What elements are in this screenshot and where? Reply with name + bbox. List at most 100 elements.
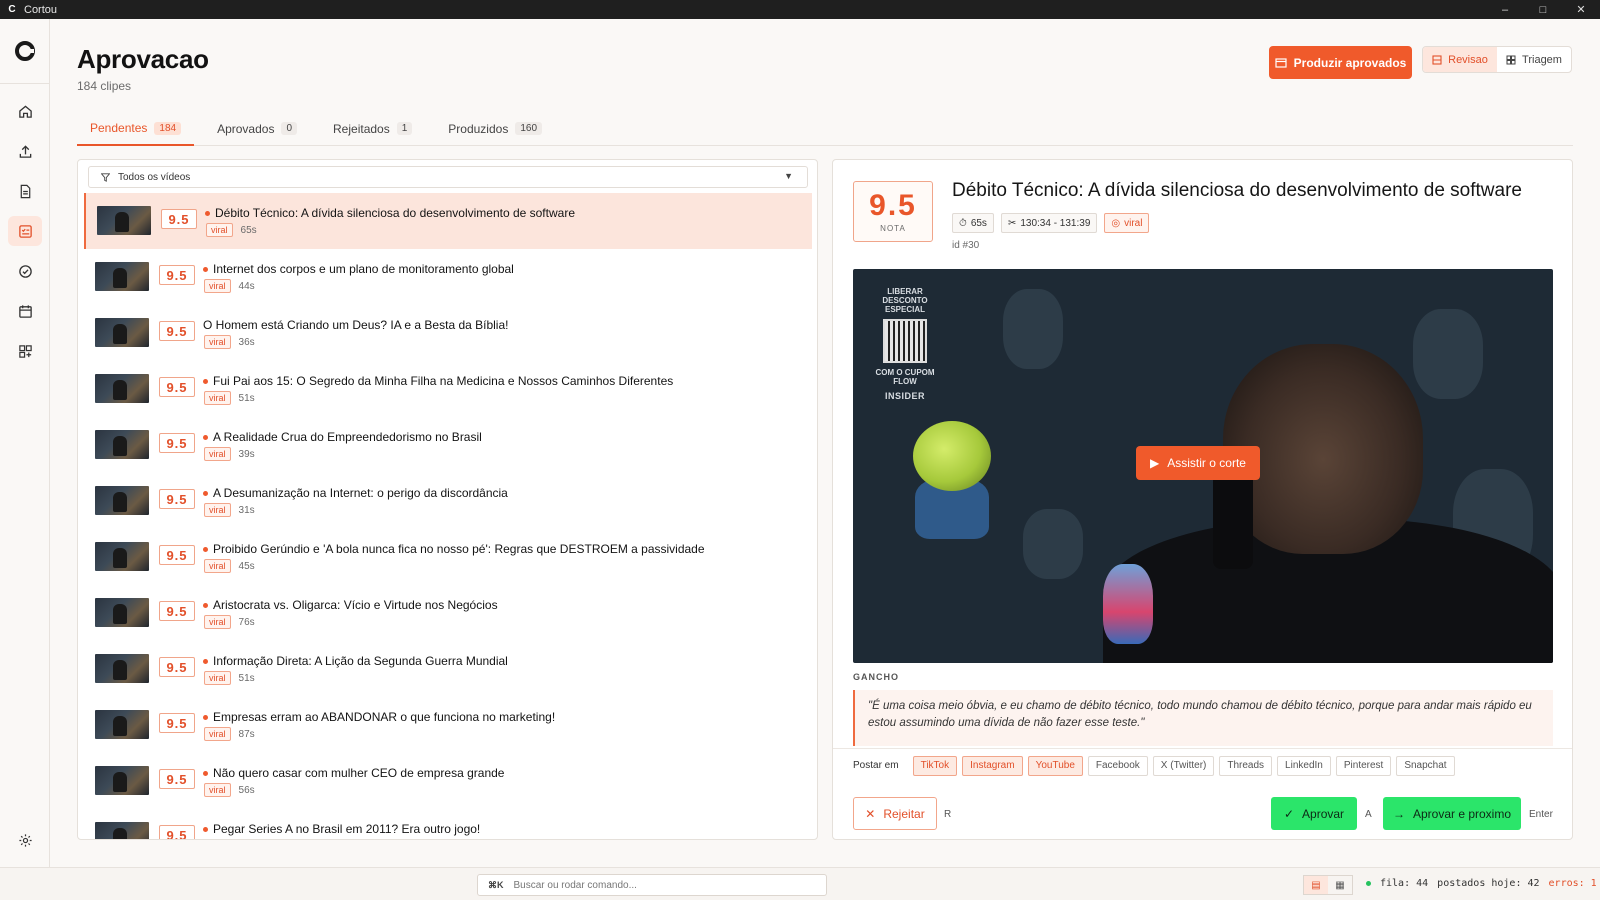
clip-duration: 51s <box>238 392 255 404</box>
platform-toggle[interactable]: LinkedIn <box>1277 755 1331 776</box>
clip-title: Débito Técnico: A dívida silenciosa do d… <box>205 206 575 220</box>
clip-row[interactable]: 9.5 Aristocrata vs. Oligarca: Vício e Vir… <box>84 585 812 641</box>
clip-duration: 56s <box>238 784 255 796</box>
page-title: Aprovacao <box>77 44 209 74</box>
app-logo-icon[interactable] <box>14 40 36 62</box>
view-switcher: ▤ ▦ <box>1303 875 1353 895</box>
sidebar-item-home[interactable] <box>8 96 42 126</box>
sidebar-item-upload[interactable] <box>8 136 42 166</box>
clip-title-text: Não quero casar com mulher CEO de empres… <box>213 766 505 780</box>
clip-thumbnail <box>97 206 151 235</box>
gear-icon <box>18 833 32 847</box>
approve-next-button[interactable]: → Aprovar e proximo <box>1383 797 1521 830</box>
qr-code-icon <box>883 319 927 363</box>
maximize-icon[interactable]: □ <box>1524 0 1562 19</box>
reject-label: Rejeitar <box>883 806 925 821</box>
sidebar-item-approval[interactable] <box>8 216 42 246</box>
watch-clip-button[interactable]: ▶ Assistir o corte <box>1136 446 1260 480</box>
sidebar-divider <box>0 83 49 84</box>
clip-duration: 51s <box>238 672 255 684</box>
check-icon: ✓ <box>1283 806 1295 821</box>
video-filter-value: Todos os vídeos <box>118 171 191 183</box>
unread-dot-icon <box>203 546 208 552</box>
clip-thumbnail <box>95 374 149 403</box>
clip-tag: viral <box>204 671 231 685</box>
clip-meta: viral 56s <box>204 783 255 797</box>
tab-aprovados[interactable]: Aprovados 0 <box>204 112 310 145</box>
reject-button[interactable]: ✕ Rejeitar <box>853 797 937 830</box>
clip-title-text: Fui Pai aos 15: O Segredo da Minha Filha… <box>213 374 674 388</box>
backdrop-shape <box>1003 289 1063 369</box>
upload-icon <box>19 144 31 158</box>
reject-shortcut: R <box>944 809 952 820</box>
tab-pendentes[interactable]: Pendentes 184 <box>77 112 195 146</box>
film-icon <box>1275 57 1287 68</box>
produce-approved-button[interactable]: Produzir aprovados <box>1269 46 1412 79</box>
close-icon: ✕ <box>865 806 876 821</box>
clip-thumbnail <box>95 318 149 347</box>
grid-view-icon[interactable]: ▦ <box>1328 876 1352 894</box>
clip-score: 9.5 <box>159 377 195 397</box>
clip-title-text: A Realidade Crua do Empreendedorismo no … <box>213 430 482 444</box>
command-search-input[interactable]: ⌘K Buscar ou rodar comando... <box>477 874 827 896</box>
approve-button[interactable]: ✓ Aprovar <box>1271 797 1357 830</box>
clip-detail-panel: 9.5 NOTA Débito Técnico: A dívida silenc… <box>832 159 1573 840</box>
clip-score: 9.5 <box>159 321 195 341</box>
clip-tag: viral <box>204 727 231 741</box>
mode-triagem-label: Triagem <box>1522 53 1562 66</box>
clip-tag: viral <box>204 559 231 573</box>
clip-title-text: Informação Direta: A Lição da Segunda Gu… <box>213 654 508 668</box>
list-view-icon[interactable]: ▤ <box>1304 876 1328 894</box>
clip-title: Empresas erram ao ABANDONAR o que funcio… <box>203 710 555 724</box>
unread-dot-icon <box>203 378 208 384</box>
clip-row[interactable]: 9.5 Proibido Gerúndio e 'A bola nunca fic… <box>84 529 812 585</box>
platform-toggle[interactable]: YouTube <box>1027 755 1083 776</box>
sidebar-item-documents[interactable] <box>8 176 42 206</box>
video-alien-toy <box>913 421 991 491</box>
platform-toggle[interactable]: Snapchat <box>1396 755 1455 776</box>
sidebar-item-approved[interactable] <box>8 256 42 286</box>
clip-score: 9.5 <box>161 209 197 229</box>
video-filter-select[interactable]: Todos os vídeos ▼ <box>88 166 808 188</box>
clip-row[interactable]: 9.5 O Homem está Criando um Deus? IA e a … <box>84 305 812 361</box>
clip-row[interactable]: 9.5 Fui Pai aos 15: O Segredo da Minha Fi… <box>84 361 812 417</box>
mode-triagem-button[interactable]: Triagem <box>1497 47 1571 72</box>
minimize-icon[interactable]: – <box>1486 0 1524 19</box>
platform-toggle[interactable]: Threads <box>1219 755 1273 776</box>
watch-clip-label: Assistir o corte <box>1167 456 1246 470</box>
platform-toggle[interactable]: Pinterest <box>1335 755 1392 776</box>
grid-plus-icon <box>18 344 32 358</box>
clip-row[interactable]: 9.5 Pegar Series A no Brasil em 2011? Era… <box>84 809 812 839</box>
mode-revisao-button[interactable]: Revisao <box>1423 47 1497 72</box>
clip-row[interactable]: 9.5 Informação Direta: A Lição da Segunda… <box>84 641 812 697</box>
sidebar-item-settings[interactable] <box>8 825 42 855</box>
sidebar-item-apps[interactable] <box>8 336 42 366</box>
status-bar: ⌘K Buscar ou rodar comando... ▤ ▦ fila: … <box>0 867 1600 900</box>
tab-produzidos[interactable]: Produzidos 160 <box>435 112 555 145</box>
clip-row[interactable]: 9.5 Internet dos corpos e um plano de mon… <box>84 249 812 305</box>
tab-count: 160 <box>515 122 543 135</box>
error-count: erros: 1 <box>1548 878 1597 889</box>
video-preview[interactable]: LIBERAR DESCONTO ESPECIAL COM O CUPOM FL… <box>853 269 1553 663</box>
tab-rejeitados[interactable]: Rejeitados 1 <box>320 112 425 145</box>
platform-toggle[interactable]: Instagram <box>962 755 1023 776</box>
sidebar-item-calendar[interactable] <box>8 296 42 326</box>
clip-id: id #30 <box>952 240 980 251</box>
clip-row[interactable]: 9.5 A Desumanização na Internet: o perigo… <box>84 473 812 529</box>
clip-row[interactable]: 9.5 Empresas erram ao ABANDONAR o que fun… <box>84 697 812 753</box>
status-tabs: Pendentes 184 Aprovados 0 Rejeitados 1 P… <box>77 112 1573 146</box>
produce-approved-label: Produzir aprovados <box>1293 55 1407 70</box>
close-icon[interactable]: ✕ <box>1562 0 1600 19</box>
clip-title-text: Internet dos corpos e um plano de monito… <box>213 262 514 276</box>
clip-row[interactable]: 9.5 Débito Técnico: A dívida silenciosa d… <box>84 193 812 249</box>
unread-dot-icon <box>205 210 210 216</box>
platform-toggle[interactable]: Facebook <box>1087 755 1148 776</box>
clip-row[interactable]: 9.5 A Realidade Crua do Empreendedorismo … <box>84 417 812 473</box>
clip-title: O Homem está Criando um Deus? IA e a Bes… <box>203 318 508 332</box>
platform-toggle[interactable]: TikTok <box>912 755 958 776</box>
clip-row[interactable]: 9.5 Não quero casar com mulher CEO de emp… <box>84 753 812 809</box>
clip-score: 9.5 <box>159 769 195 789</box>
platform-toggle[interactable]: X (Twitter) <box>1152 755 1215 776</box>
promo-brand: INSIDER <box>884 391 925 401</box>
clip-count: 184 clipes <box>77 79 132 93</box>
